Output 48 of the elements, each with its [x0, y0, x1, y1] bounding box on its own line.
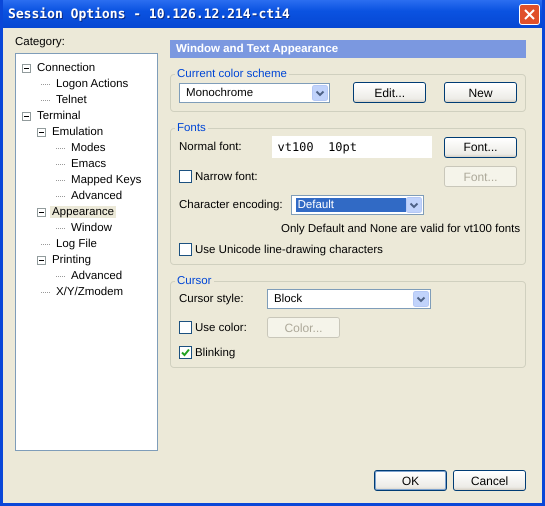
encoding-label: Character encoding:: [179, 199, 283, 211]
encoding-dropdown[interactable]: Default: [290, 195, 424, 215]
group-legend: Cursor: [175, 275, 214, 287]
collapse-icon[interactable]: [22, 112, 31, 120]
tree-item[interactable]: Logon Actions: [54, 78, 130, 90]
new-button[interactable]: New: [444, 82, 517, 103]
tree-item[interactable]: Modes: [69, 142, 108, 154]
checkbox-label: Narrow font:: [195, 170, 258, 182]
tree-item[interactable]: Emulation: [50, 126, 106, 138]
normal-font-label: Normal font:: [179, 141, 243, 153]
checkbox-label: Blinking: [195, 346, 236, 358]
checkbox-label: Use color:: [195, 322, 247, 334]
edit-button[interactable]: Edit...: [353, 82, 426, 103]
tree-item[interactable]: Emacs: [69, 158, 108, 170]
section-header: Window and Text Appearance: [170, 40, 526, 58]
normal-font-field[interactable]: vt100 10pt: [272, 136, 432, 158]
tree-item[interactable]: Terminal: [35, 110, 82, 122]
tree-item[interactable]: Printing: [50, 254, 93, 266]
close-button[interactable]: [519, 4, 540, 24]
cursor-style-label: Cursor style:: [179, 293, 245, 305]
group-legend: Current color scheme: [175, 68, 289, 80]
collapse-icon[interactable]: [22, 64, 31, 72]
checkbox[interactable]: [179, 346, 192, 359]
tree-item[interactable]: X/Y/Zmodem: [54, 286, 126, 298]
close-icon[interactable]: [524, 8, 535, 20]
cursor-style-dropdown[interactable]: Block: [267, 289, 431, 309]
collapse-icon[interactable]: [37, 208, 46, 216]
dialog-button[interactable]: OK: [374, 470, 447, 491]
tree-item[interactable]: Advanced: [69, 270, 124, 282]
tree-item[interactable]: Telnet: [54, 94, 89, 106]
collapse-icon[interactable]: [37, 128, 46, 136]
checkbox[interactable]: [179, 243, 192, 256]
tree-item[interactable]: Advanced: [69, 190, 124, 202]
checkbox-label: Use Unicode line-drawing characters: [195, 244, 383, 256]
dialog-button[interactable]: Cancel: [453, 470, 526, 491]
tree-item[interactable]: Window: [69, 222, 114, 234]
collapse-icon[interactable]: [37, 256, 46, 264]
checkbox[interactable]: [179, 321, 192, 334]
checkbox[interactable]: [179, 170, 192, 183]
category-label: Category:: [15, 36, 66, 48]
color-scheme-dropdown[interactable]: Monochrome: [179, 82, 330, 102]
group-legend: Fonts: [175, 122, 208, 134]
tree-item[interactable]: Connection: [35, 62, 98, 74]
tree-item[interactable]: Log File: [54, 238, 99, 250]
tree-item[interactable]: Mapped Keys: [69, 174, 144, 186]
window-title: Session Options - 10.126.12.214-cti4: [8, 6, 290, 22]
tree-item[interactable]: Appearance: [50, 206, 116, 218]
font-button[interactable]: Font...: [444, 136, 517, 158]
